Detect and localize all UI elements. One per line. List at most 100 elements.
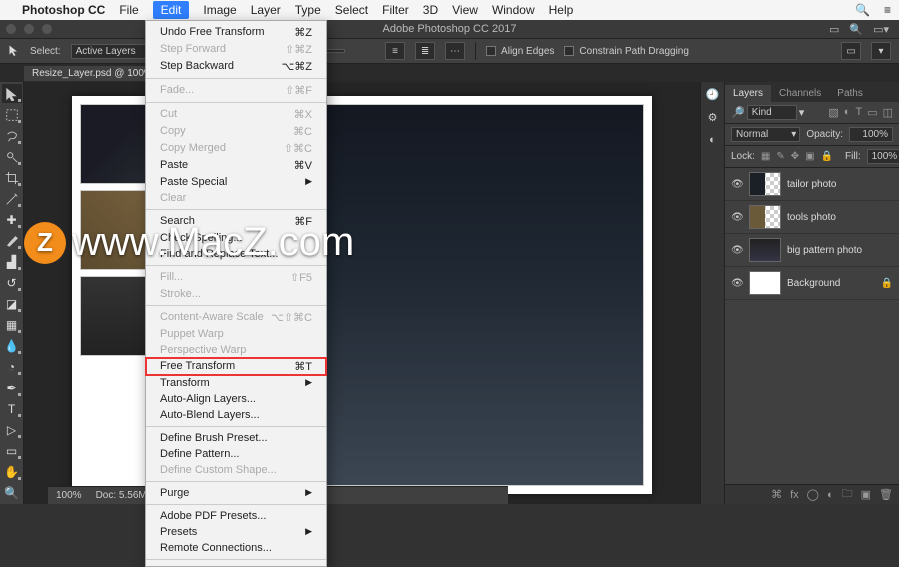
tab-layers[interactable]: Layers	[725, 85, 771, 102]
traffic-min-icon[interactable]	[24, 24, 34, 34]
menu-type[interactable]: Type	[295, 3, 321, 17]
lock-artboard-icon[interactable]: ▣	[805, 151, 814, 162]
eyedropper-tool[interactable]	[2, 189, 22, 208]
marquee-tool[interactable]	[2, 105, 22, 124]
crop-tool[interactable]	[2, 168, 22, 187]
layer-name[interactable]: Background	[787, 278, 875, 289]
layer-style-icon[interactable]: fx	[790, 489, 799, 501]
visibility-icon[interactable]: 👁	[731, 245, 743, 256]
lock-transparent-icon[interactable]: ▦	[761, 151, 770, 162]
link-layers-icon[interactable]: ⌘	[771, 488, 782, 501]
align-right-icon[interactable]: ⋯	[445, 42, 465, 60]
layer-thumbnail[interactable]	[749, 238, 781, 262]
dodge-tool[interactable]: ◔	[2, 357, 22, 376]
menu-layer[interactable]: Layer	[251, 3, 281, 17]
extra-options-icon[interactable]: ▾	[871, 42, 891, 60]
menu-item-auto-blend-layers-[interactable]: Auto-Blend Layers...	[146, 407, 326, 423]
layer-name[interactable]: tailor photo	[787, 179, 893, 190]
layer-thumbnail[interactable]	[749, 172, 781, 196]
lasso-tool[interactable]	[2, 126, 22, 145]
menu-3d[interactable]: 3D	[423, 3, 438, 17]
3d-mode-icon[interactable]: ▭	[841, 42, 861, 60]
tab-paths[interactable]: Paths	[829, 85, 871, 102]
rectangle-tool[interactable]: ▭	[2, 441, 22, 460]
new-fill-icon[interactable]: ◐	[827, 489, 834, 501]
align-center-icon[interactable]: ≣	[415, 42, 435, 60]
align-edges-checkbox[interactable]: Align Edges	[486, 46, 554, 57]
new-group-icon[interactable]: 🗀	[842, 485, 853, 504]
menu-item-search[interactable]: Search⌘F	[146, 213, 326, 230]
traffic-max-icon[interactable]	[42, 24, 52, 34]
layer-row[interactable]: 👁 tools photo	[725, 201, 899, 234]
gradient-tool[interactable]: ▦	[2, 315, 22, 334]
menu-item-purge[interactable]: Purge▶	[146, 485, 326, 501]
blend-mode-dropdown[interactable]: Normal	[731, 127, 800, 142]
menu-item-auto-align-layers-[interactable]: Auto-Align Layers...	[146, 391, 326, 407]
filter-pixel-icon[interactable]: ▧	[828, 106, 838, 119]
menu-file[interactable]: File	[119, 3, 138, 17]
menu-item-paste[interactable]: Paste⌘V	[146, 157, 326, 174]
menu-item-presets[interactable]: Presets▶	[146, 524, 326, 540]
layer-mask-icon[interactable]: ◯	[807, 488, 819, 501]
layer-thumbnail[interactable]	[749, 271, 781, 295]
visibility-icon[interactable]: 👁	[731, 212, 743, 223]
auto-select-dropdown[interactable]: Active Layers	[71, 44, 155, 59]
menu-item-paste-special[interactable]: Paste Special▶	[146, 174, 326, 190]
properties-panel-icon[interactable]: ⚙	[708, 111, 718, 124]
opacity-input[interactable]: 100%	[849, 127, 893, 142]
app-name[interactable]: Photoshop CC	[22, 3, 105, 17]
zoom-tool[interactable]: 🔍	[2, 483, 22, 502]
type-tool[interactable]: T	[2, 399, 22, 418]
menu-view[interactable]: View	[452, 3, 478, 17]
menu-item-adobe-pdf-presets-[interactable]: Adobe PDF Presets...	[146, 508, 326, 524]
healing-brush-tool[interactable]: ✚	[2, 210, 22, 229]
menu-item-transform[interactable]: Transform▶	[146, 375, 326, 391]
clone-stamp-tool[interactable]: ▟	[2, 252, 22, 271]
hand-tool[interactable]: ✋	[2, 462, 22, 481]
path-select-tool[interactable]: ▷	[2, 420, 22, 439]
menu-extras-icon[interactable]: ≡	[884, 3, 891, 17]
brush-tool[interactable]	[2, 231, 22, 250]
history-panel-icon[interactable]: 🕘	[706, 88, 720, 101]
search-icon[interactable]: 🔍	[849, 23, 863, 36]
visibility-icon[interactable]: 👁	[731, 278, 743, 289]
zoom-level[interactable]: 100%	[56, 490, 82, 501]
menu-filter[interactable]: Filter	[382, 3, 409, 17]
layer-row[interactable]: 👁Background🔒	[725, 267, 899, 300]
filter-type-icon[interactable]: T	[855, 106, 862, 119]
fill-input[interactable]: 100%	[867, 149, 899, 164]
new-layer-icon[interactable]: ▣	[861, 488, 871, 501]
menu-select[interactable]: Select	[335, 3, 368, 17]
move-tool[interactable]	[2, 84, 22, 103]
menu-item-check-spelling-[interactable]: Check Spelling...	[146, 230, 326, 246]
filter-smart-icon[interactable]: ◫	[883, 106, 893, 119]
align-left-icon[interactable]: ≡	[385, 42, 405, 60]
menu-item-free-transform[interactable]: Free Transform⌘T	[146, 358, 326, 375]
menu-item-undo-free-transform[interactable]: Undo Free Transform⌘Z	[146, 24, 326, 41]
menu-item-define-pattern-[interactable]: Define Pattern...	[146, 446, 326, 462]
layer-thumbnail[interactable]	[749, 205, 781, 229]
filter-adjust-icon[interactable]: ◐	[844, 106, 851, 119]
visibility-icon[interactable]: 👁	[731, 179, 743, 190]
layer-name[interactable]: big pattern photo	[787, 245, 893, 256]
delete-layer-icon[interactable]: 🗑	[879, 488, 893, 501]
pen-tool[interactable]: ✒	[2, 378, 22, 397]
lock-pixels-icon[interactable]: ✎	[776, 151, 784, 162]
layer-name[interactable]: tools photo	[787, 212, 893, 223]
menu-window[interactable]: Window	[492, 3, 535, 17]
filter-shape-icon[interactable]: ▭	[867, 106, 877, 119]
layer-row[interactable]: 👁 tailor photo	[725, 168, 899, 201]
menu-image[interactable]: Image	[203, 3, 236, 17]
filter-kind-dropdown[interactable]: Kind	[747, 105, 797, 120]
menu-item-remote-connections-[interactable]: Remote Connections...	[146, 540, 326, 556]
layer-row[interactable]: 👁 big pattern photo	[725, 234, 899, 267]
blur-tool[interactable]: 💧	[2, 336, 22, 355]
document-tab[interactable]: Resize_Layer.psd @ 100%	[24, 66, 162, 81]
menu-item-find-and-replace-text-[interactable]: Find and Replace Text...	[146, 246, 326, 262]
eraser-tool[interactable]: ◪	[2, 294, 22, 313]
canvas-area[interactable]: 100% Doc: 5.56M/... ▸	[24, 82, 700, 504]
workspace-icon[interactable]: ▭▾	[873, 23, 889, 36]
adjustment-panel-icon[interactable]: ◐	[709, 134, 716, 146]
arrange-documents-icon[interactable]: ▭	[829, 23, 839, 36]
menu-item-define-brush-preset-[interactable]: Define Brush Preset...	[146, 430, 326, 446]
